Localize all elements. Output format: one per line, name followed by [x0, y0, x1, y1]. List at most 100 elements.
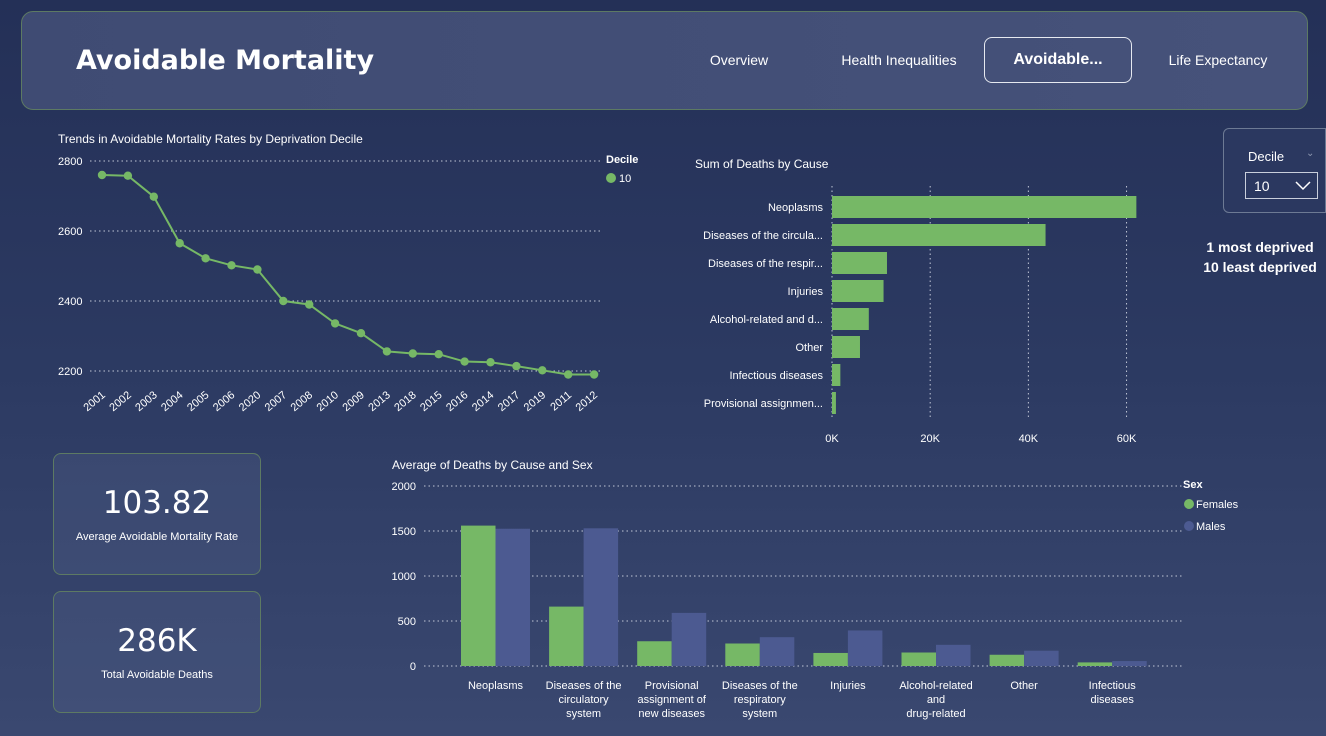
category-label: Injuries: [830, 680, 866, 692]
bar-females[interactable]: [725, 643, 760, 667]
chevron-down-icon[interactable]: ⌄: [1306, 148, 1314, 159]
bar-females[interactable]: [1077, 662, 1113, 666]
legend-label: Females: [1196, 499, 1239, 511]
x-tick-label: 2006: [211, 389, 237, 414]
x-tick-label: 2014: [470, 389, 496, 414]
bar[interactable]: [832, 252, 887, 274]
data-point[interactable]: [512, 361, 521, 371]
data-point[interactable]: [538, 366, 547, 375]
category-label: Other: [1010, 680, 1038, 692]
x-tick-label: 2001: [81, 389, 107, 414]
data-point[interactable]: [486, 358, 495, 367]
x-tick-label: 0K: [825, 433, 839, 445]
bar-males[interactable]: [936, 644, 971, 666]
data-point[interactable]: [460, 357, 469, 366]
column-chart: 0 500 1000 1500 2000 Neoplasms Diseases of the…: [392, 479, 1239, 720]
y-tick-label: 2400: [58, 296, 82, 308]
x-tick-label: 2002: [107, 389, 133, 414]
y-tick-label: 500: [398, 616, 416, 628]
data-point[interactable]: [305, 300, 314, 309]
bar-females[interactable]: [813, 652, 848, 666]
bar-females[interactable]: [901, 652, 937, 667]
data-point[interactable]: [227, 261, 236, 270]
bar-males[interactable]: [671, 612, 707, 666]
data-point[interactable]: [201, 254, 210, 263]
decile-slicer: Decile ⌄ 10: [1223, 128, 1326, 213]
bar[interactable]: [832, 224, 1046, 246]
series-line: [101, 174, 595, 376]
nav-avoidable-mortality[interactable]: Avoidable...: [984, 37, 1132, 83]
data-point[interactable]: [382, 347, 392, 356]
decile-dropdown-value: 10: [1254, 177, 1270, 194]
data-point[interactable]: [564, 370, 573, 379]
bar[interactable]: [832, 308, 869, 330]
bar[interactable]: [832, 280, 884, 302]
line-chart: 2200 2400 2600 2800 2001 2002 2003 2004 2005 2006…: [58, 154, 638, 414]
bar-females[interactable]: [637, 641, 672, 666]
bar[interactable]: [832, 196, 1137, 218]
data-point[interactable]: [149, 192, 158, 201]
legend-label: 10: [619, 173, 631, 185]
x-tick-label: 40K: [1019, 433, 1039, 445]
x-tick-label: 2016: [444, 389, 470, 414]
legend-marker: [606, 173, 616, 183]
category-label: Provisional assignment of new diseases: [637, 680, 706, 720]
x-tick-label: 2018: [392, 389, 418, 414]
data-point[interactable]: [330, 319, 340, 328]
y-tick-label: 2200: [58, 366, 82, 378]
y-tick-label: 2600: [58, 226, 82, 238]
legend-title: Decile: [606, 154, 638, 166]
bar-males[interactable]: [495, 528, 531, 666]
data-point[interactable]: [408, 349, 417, 358]
category-label: Injuries: [788, 286, 824, 298]
bar-males[interactable]: [583, 528, 619, 666]
nav-overview[interactable]: Overview: [692, 37, 786, 83]
x-tick-label: 2005: [185, 389, 211, 414]
x-tick-label: 2009: [340, 389, 366, 414]
data-point[interactable]: [97, 170, 107, 180]
data-point[interactable]: [123, 171, 133, 180]
bar[interactable]: [832, 336, 860, 358]
bar-females[interactable]: [989, 654, 1025, 666]
bar-males[interactable]: [1112, 661, 1147, 666]
category-label: Alcohol-related and d...: [710, 314, 823, 326]
bar[interactable]: [832, 364, 841, 386]
x-tick-label: 2017: [496, 389, 522, 414]
x-tick-label: 2019: [522, 389, 548, 414]
category-label: Diseases of the circulatory system: [546, 680, 622, 720]
bar[interactable]: [832, 392, 836, 414]
nav-health-inequalities[interactable]: Health Inequalities: [830, 37, 968, 83]
slicer-title: Decile: [1248, 149, 1285, 164]
kpi-card-avg-rate: 103.82 Average Avoidable Mortality Rate: [53, 453, 261, 575]
category-label: Neoplasms: [768, 202, 824, 214]
data-point[interactable]: [356, 329, 366, 338]
bar-males[interactable]: [847, 630, 883, 666]
bar-females[interactable]: [549, 606, 584, 666]
data-point[interactable]: [253, 265, 262, 274]
data-point[interactable]: [175, 239, 184, 248]
y-tick-label: 2800: [58, 156, 82, 168]
x-tick-label: 60K: [1117, 433, 1137, 445]
nav-life-expectancy[interactable]: Life Expectancy: [1158, 37, 1278, 83]
data-point[interactable]: [279, 296, 288, 306]
decile-note-line1: 1 most deprived: [1206, 239, 1314, 255]
x-tick-label: 2010: [315, 389, 341, 414]
x-tick-label: 2003: [133, 389, 159, 414]
bar-females[interactable]: [461, 525, 496, 666]
category-label: Provisional assignmen...: [704, 398, 823, 410]
bar-males[interactable]: [759, 637, 795, 666]
x-tick-label: 2011: [548, 389, 574, 413]
chevron-down-icon: [1295, 181, 1311, 191]
category-label: Infectious diseases: [1089, 680, 1137, 706]
kpi-avg-rate-label: Average Avoidable Mortality Rate: [75, 531, 239, 543]
data-point[interactable]: [434, 350, 443, 359]
decile-dropdown[interactable]: 10: [1245, 172, 1318, 199]
hbar-chart: 0K 20K 40K 60K Neoplasms Diseases of the circ…: [703, 186, 1137, 445]
bar-males[interactable]: [1024, 650, 1059, 666]
category-label: Alcohol-related and drug-related: [899, 680, 972, 720]
category-label: Neoplasms: [468, 680, 524, 692]
kpi-total-deaths-label: Total Avoidable Deaths: [101, 669, 213, 681]
x-tick-label: 2012: [574, 389, 600, 414]
kpi-card-total-deaths: 286K Total Avoidable Deaths: [53, 591, 261, 713]
data-point[interactable]: [589, 370, 599, 379]
